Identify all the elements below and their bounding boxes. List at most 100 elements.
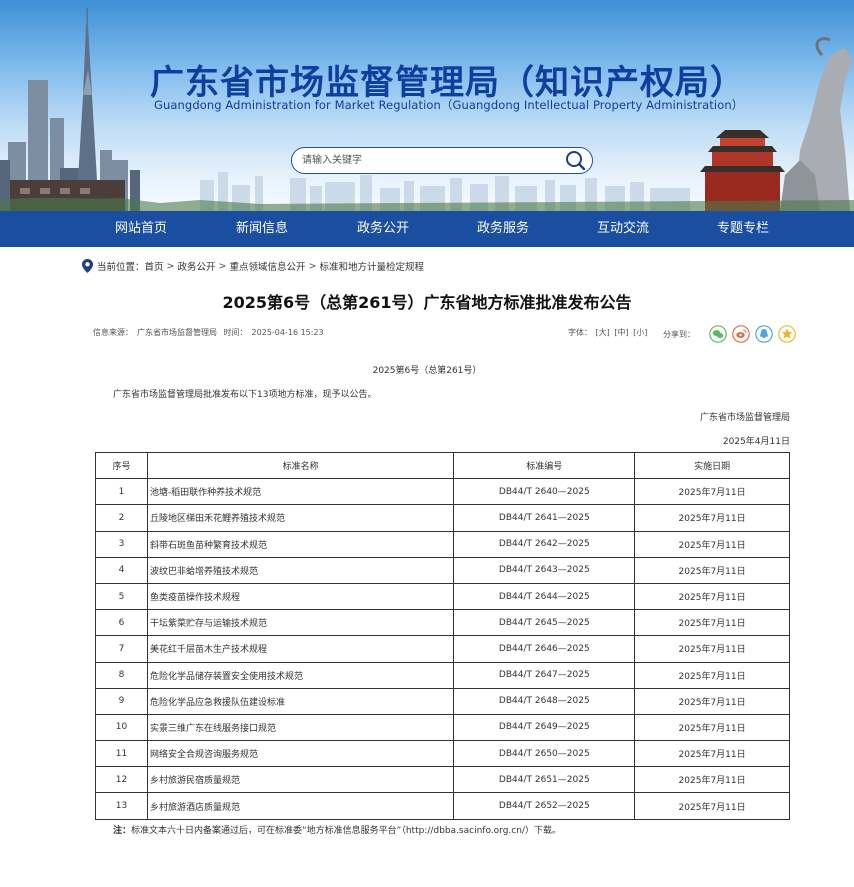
header-standard-code: 标准编号 [453, 451, 636, 480]
header-serial: 序号 [95, 451, 148, 480]
breadcrumb-standards[interactable]: 标准和地方计量检定规程 [319, 259, 424, 273]
nav-government-services[interactable]: 政务服务 [448, 211, 558, 247]
note-label: 注： [113, 826, 132, 836]
cell-standard-code: DB44/T 2651—2025 [453, 766, 636, 794]
cell-standard-code: DB44/T 2642—2025 [453, 530, 636, 558]
cell-standard-code: DB44/T 2640—2025 [453, 478, 636, 506]
cell-serial: 7 [95, 635, 148, 663]
table-row: 8 危险化学品储存装置安全使用技术规范 DB44/T 2647—2025 2025年7… [95, 661, 790, 689]
cell-standard-code: DB44/T 2645—2025 [453, 609, 636, 637]
font-size-small[interactable]: [小] [633, 328, 647, 337]
cell-standard-code: DB44/T 2650—2025 [453, 740, 636, 768]
cell-standard-code: DB44/T 2652—2025 [453, 792, 636, 820]
cell-serial: 2 [95, 504, 148, 532]
article-title: 2025第6号（总第261号）广东省地方标准批准发布公告 [222, 293, 632, 312]
cell-standard-name: 丘陵地区梯田禾花鲤养殖技术规范 [146, 504, 455, 532]
cell-effective-date: 2025年7月11日 [634, 635, 790, 663]
breadcrumb: 当前位置： 首页 > 政务公开 > 重点领域信息公开 > 标准和地方计量检定规程 [82, 258, 424, 274]
cell-serial: 13 [95, 792, 148, 820]
source-label: 信息来源： [93, 328, 133, 337]
cell-effective-date: 2025年7月11日 [634, 478, 790, 506]
cell-standard-name: 鱼类疫苗操作技术规程 [146, 582, 455, 611]
cell-serial: 9 [95, 687, 148, 715]
cell-standard-code: DB44/T 2648—2025 [453, 687, 636, 715]
cell-serial: 10 [95, 713, 148, 742]
wechat-icon[interactable] [709, 325, 727, 343]
table-row: 10 实景三维广东在线服务接口规范 DB44/T 2649—2025 2025年7月1… [95, 713, 790, 742]
breadcrumb-government-affairs[interactable]: 政务公开 [178, 259, 216, 273]
header-standard-name: 标准名称 [146, 451, 455, 480]
note-text: 标准文本六十日内备案通过后，可在标准委“地方标准信息服务平台”（http://d… [131, 826, 561, 836]
cell-standard-code: DB44/T 2643—2025 [453, 556, 636, 584]
cell-standard-name: 池塘-稻田联作种养技术规范 [146, 478, 455, 506]
cell-standard-code: DB44/T 2644—2025 [453, 582, 636, 611]
issuer: 广东省市场监督管理局 [699, 413, 790, 423]
table-row: 11 网络安全合规咨询服务规范 DB44/T 2650—2025 2025年7月11日 [95, 740, 790, 768]
cell-serial: 12 [95, 766, 148, 794]
table-row: 1 池塘-稻田联作种养技术规范 DB44/T 2640—2025 2025年7月11日 [95, 478, 790, 506]
source-value: 广东省市场监督管理局 [137, 328, 217, 337]
cell-standard-name: 干坛紫菜贮存与运输技术规范 [146, 609, 455, 637]
cell-standard-name: 乡村旅游民宿质量规范 [146, 766, 455, 794]
table-row: 7 美花红千层苗木生产技术规程 DB44/T 2646—2025 2025年7月11日 [95, 635, 790, 663]
cell-standard-name: 危险化学品应急救援队伍建设标准 [146, 687, 455, 715]
table-row: 2 丘陵地区梯田禾花鲤养殖技术规范 DB44/T 2641—2025 2025年7月1… [95, 504, 790, 532]
cell-effective-date: 2025年7月11日 [634, 661, 790, 689]
cell-serial: 3 [95, 530, 148, 558]
nav-home[interactable]: 网站首页 [86, 211, 196, 247]
cell-effective-date: 2025年7月11日 [634, 740, 790, 768]
cell-serial: 1 [95, 478, 148, 506]
table-row: 12 乡村旅游民宿质量规范 DB44/T 2651—2025 2025年7月11日 [95, 766, 790, 794]
cell-standard-name: 斜带石斑鱼苗种繁育技术规范 [146, 530, 455, 558]
main-nav: 网站首页 新闻信息 政务公开 政务服务 互动交流 专题专栏 [0, 211, 854, 247]
cell-standard-name: 美花红千层苗木生产技术规程 [146, 635, 455, 663]
header-effective-date: 实施日期 [634, 451, 790, 480]
cell-serial: 11 [95, 740, 148, 768]
time-label: 时间： [223, 328, 248, 337]
cell-serial: 5 [95, 582, 148, 611]
font-size-large[interactable]: [大] [596, 328, 610, 337]
cell-standard-name: 网络安全合规咨询服务规范 [146, 740, 455, 768]
cell-standard-code: DB44/T 2641—2025 [453, 504, 636, 532]
nav-interaction[interactable]: 互动交流 [568, 211, 678, 247]
site-subtitle: Guangdong Administration for Market Regu… [154, 98, 744, 112]
nav-special-topics[interactable]: 专题专栏 [688, 211, 798, 247]
table-row: 13 乡村旅游酒店质量规范 DB44/T 2652—2025 2025年7月11日 [95, 792, 790, 820]
search-icon [566, 151, 586, 171]
issue-date: 2025年4月11日 [722, 437, 790, 447]
table-header-row: 序号 标准名称 标准编号 实施日期 [95, 451, 790, 480]
cell-standard-name: 危险化学品储存装置安全使用技术规范 [146, 661, 455, 689]
cell-effective-date: 2025年7月11日 [634, 766, 790, 794]
search-button[interactable] [564, 150, 586, 171]
cell-effective-date: 2025年7月11日 [634, 556, 790, 584]
breadcrumb-separator: > [166, 260, 175, 272]
table-row: 3 斜带石斑鱼苗种繁育技术规范 DB44/T 2642—2025 2025年7月11日 [95, 530, 790, 558]
time-value: 2025-04-16 15:23 [251, 328, 324, 337]
font-size-label: 字体： [568, 328, 592, 337]
download-note: 注：标准文本六十日内备案通过后，可在标准委“地方标准信息服务平台”（http:/… [113, 823, 561, 836]
cell-effective-date: 2025年7月11日 [634, 713, 790, 742]
share-bar: 分享到： [663, 325, 801, 343]
font-size-medium[interactable]: [中] [614, 328, 628, 337]
qzone-icon[interactable] [778, 325, 796, 343]
nav-government-affairs[interactable]: 政务公开 [328, 211, 438, 247]
article-intro: 广东省市场监督管理局批准发布以下13项地方标准，现予以公告。 [113, 390, 377, 400]
font-size-control: 字体： [大] [中] [小] [568, 327, 648, 338]
nav-news[interactable]: 新闻信息 [207, 211, 317, 247]
cell-serial: 4 [95, 556, 148, 584]
cell-effective-date: 2025年7月11日 [634, 530, 790, 558]
search-input[interactable] [302, 152, 562, 169]
breadcrumb-label: 当前位置： [97, 262, 145, 273]
breadcrumb-separator: > [218, 260, 227, 272]
qq-icon[interactable] [755, 325, 773, 343]
cell-standard-name: 乡村旅游酒店质量规范 [146, 792, 455, 820]
cell-standard-code: DB44/T 2649—2025 [453, 713, 636, 742]
breadcrumb-home[interactable]: 首页 [145, 259, 164, 273]
weibo-icon[interactable] [732, 325, 750, 343]
cell-standard-name: 实景三维广东在线服务接口规范 [146, 713, 455, 742]
cell-effective-date: 2025年7月11日 [634, 609, 790, 637]
document-number: 2025第6号（总第261号） [372, 366, 482, 376]
search-box [291, 147, 593, 174]
cell-standard-code: DB44/T 2647—2025 [453, 661, 636, 689]
breadcrumb-key-disclosure[interactable]: 重点领域信息公开 [229, 259, 305, 273]
